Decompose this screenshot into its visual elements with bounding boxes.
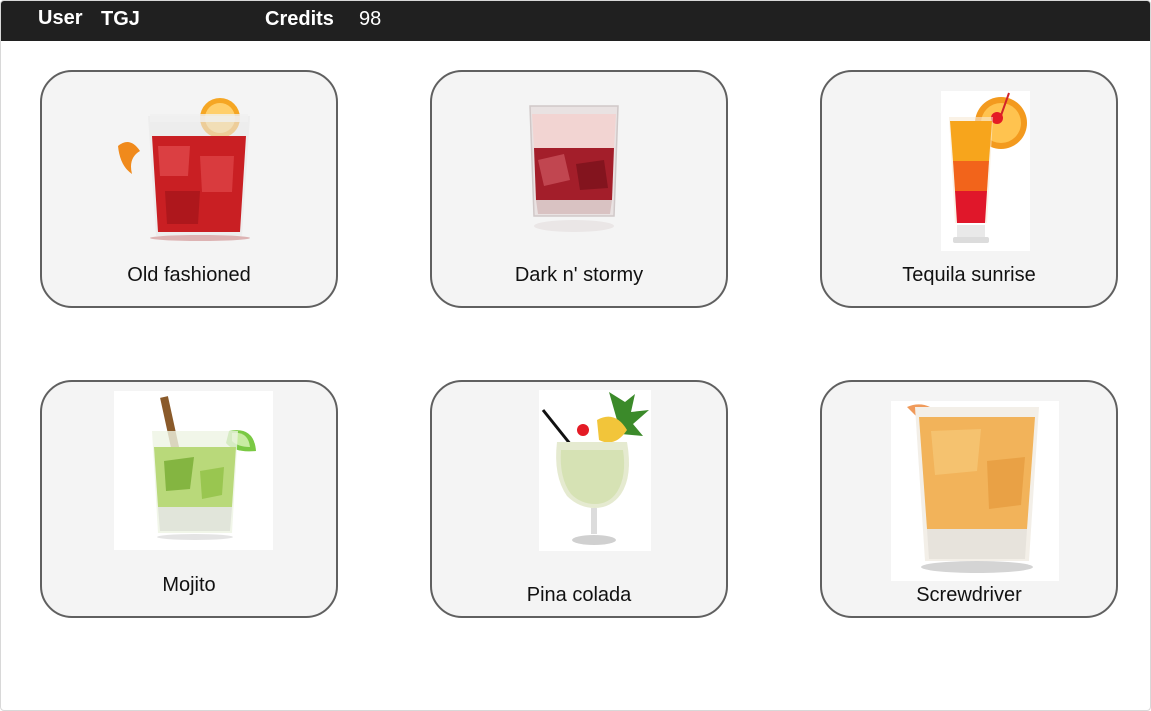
drink-name: Screwdriver [916,584,1022,606]
top-bar: User TGJ Credits 98 [1,1,1150,41]
drink-card-mojito[interactable]: Mojito [40,380,338,618]
credits-label: Credits [265,8,334,30]
drink-name: Dark n' stormy [514,264,644,286]
mojito-glass-icon [114,391,273,550]
drink-name: Tequila sunrise [902,264,1036,286]
drink-name: Pina colada [526,584,632,606]
old-fashioned-glass-icon [110,96,260,241]
dark-n-stormy-glass-icon [524,100,624,240]
screwdriver-glass-icon [891,401,1059,581]
drink-card-tequila-sunrise[interactable]: Tequila sunrise [820,70,1118,308]
user-label: User [38,7,83,29]
user-name: TGJ [101,8,140,30]
drink-card-pina-colada[interactable]: Pina colada [430,380,728,618]
drink-name: Old fashioned [127,264,251,286]
drink-name: Mojito [162,574,216,596]
tequila-sunrise-glass-icon [941,91,1030,251]
drink-card-old-fashioned[interactable]: Old fashioned [40,70,338,308]
drink-card-dark-n-stormy[interactable]: Dark n' stormy [430,70,728,308]
pina-colada-glass-icon [539,390,651,551]
credits-value: 98 [359,8,382,30]
drink-card-screwdriver[interactable]: Screwdriver [820,380,1118,618]
app-window: User TGJ Credits 98 Old fashioned Dark n… [0,0,1151,711]
